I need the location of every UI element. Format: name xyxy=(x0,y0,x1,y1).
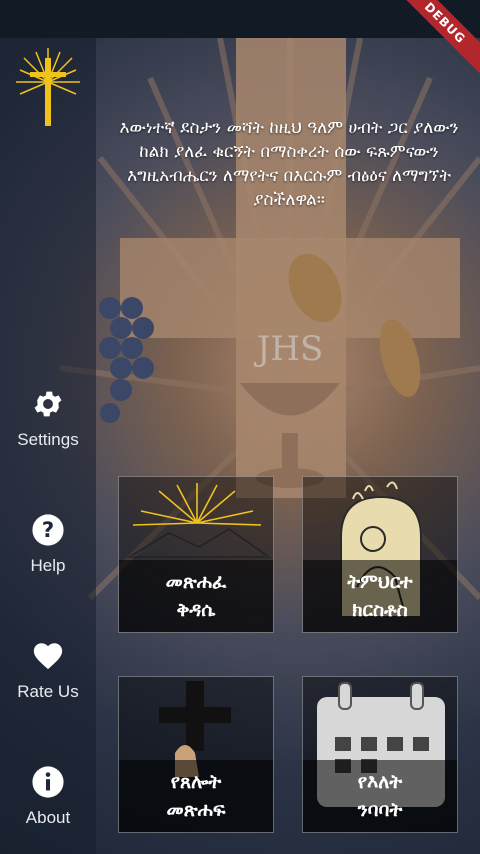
sidebar-item-settings[interactable]: Settings xyxy=(0,386,96,466)
tile-daily-readings[interactable]: የእለት ንባባት xyxy=(302,676,458,833)
info-icon xyxy=(30,764,66,800)
tile-label: የጸሎት መጽሐፍ xyxy=(119,760,273,832)
heart-icon xyxy=(30,638,66,674)
status-bar xyxy=(0,0,480,38)
sidebar: Settings ? Help Rate Us About xyxy=(0,38,96,854)
sidebar-item-label: Rate Us xyxy=(17,682,79,701)
quote-text: እውነተኛ ደስታን መሻት ከዚህ ዓለም ሀብት ጋር ያለውን ከልክ ያ… xyxy=(119,118,459,210)
help-icon: ? xyxy=(30,512,66,548)
gear-icon xyxy=(30,386,66,422)
sidebar-item-label: About xyxy=(25,808,71,827)
tile-christ-teaching[interactable]: ትምህርተ ክርስቶስ xyxy=(302,476,458,633)
tile-prayer-book[interactable]: የጸሎት መጽሐፍ xyxy=(118,676,274,833)
tile-label: ትምህርተ ክርስቶስ xyxy=(303,560,457,632)
tile-kidase-book[interactable]: መጽሐፈ ቅዳሴ xyxy=(118,476,274,633)
svg-text:?: ? xyxy=(42,518,54,543)
sidebar-item-about[interactable]: About xyxy=(0,764,96,844)
sidebar-item-help[interactable]: ? Help xyxy=(0,512,96,592)
sidebar-item-rate-us[interactable]: Rate Us xyxy=(0,638,96,718)
tile-label: መጽሐፈ ቅዳሴ xyxy=(119,560,273,632)
tile-label: የእለት ንባባት xyxy=(303,760,457,832)
crucifix-logo xyxy=(10,44,86,128)
sidebar-item-label: Help xyxy=(30,556,66,575)
sidebar-item-label: Settings xyxy=(17,430,79,449)
jhs-monogram: JHS xyxy=(254,329,324,369)
